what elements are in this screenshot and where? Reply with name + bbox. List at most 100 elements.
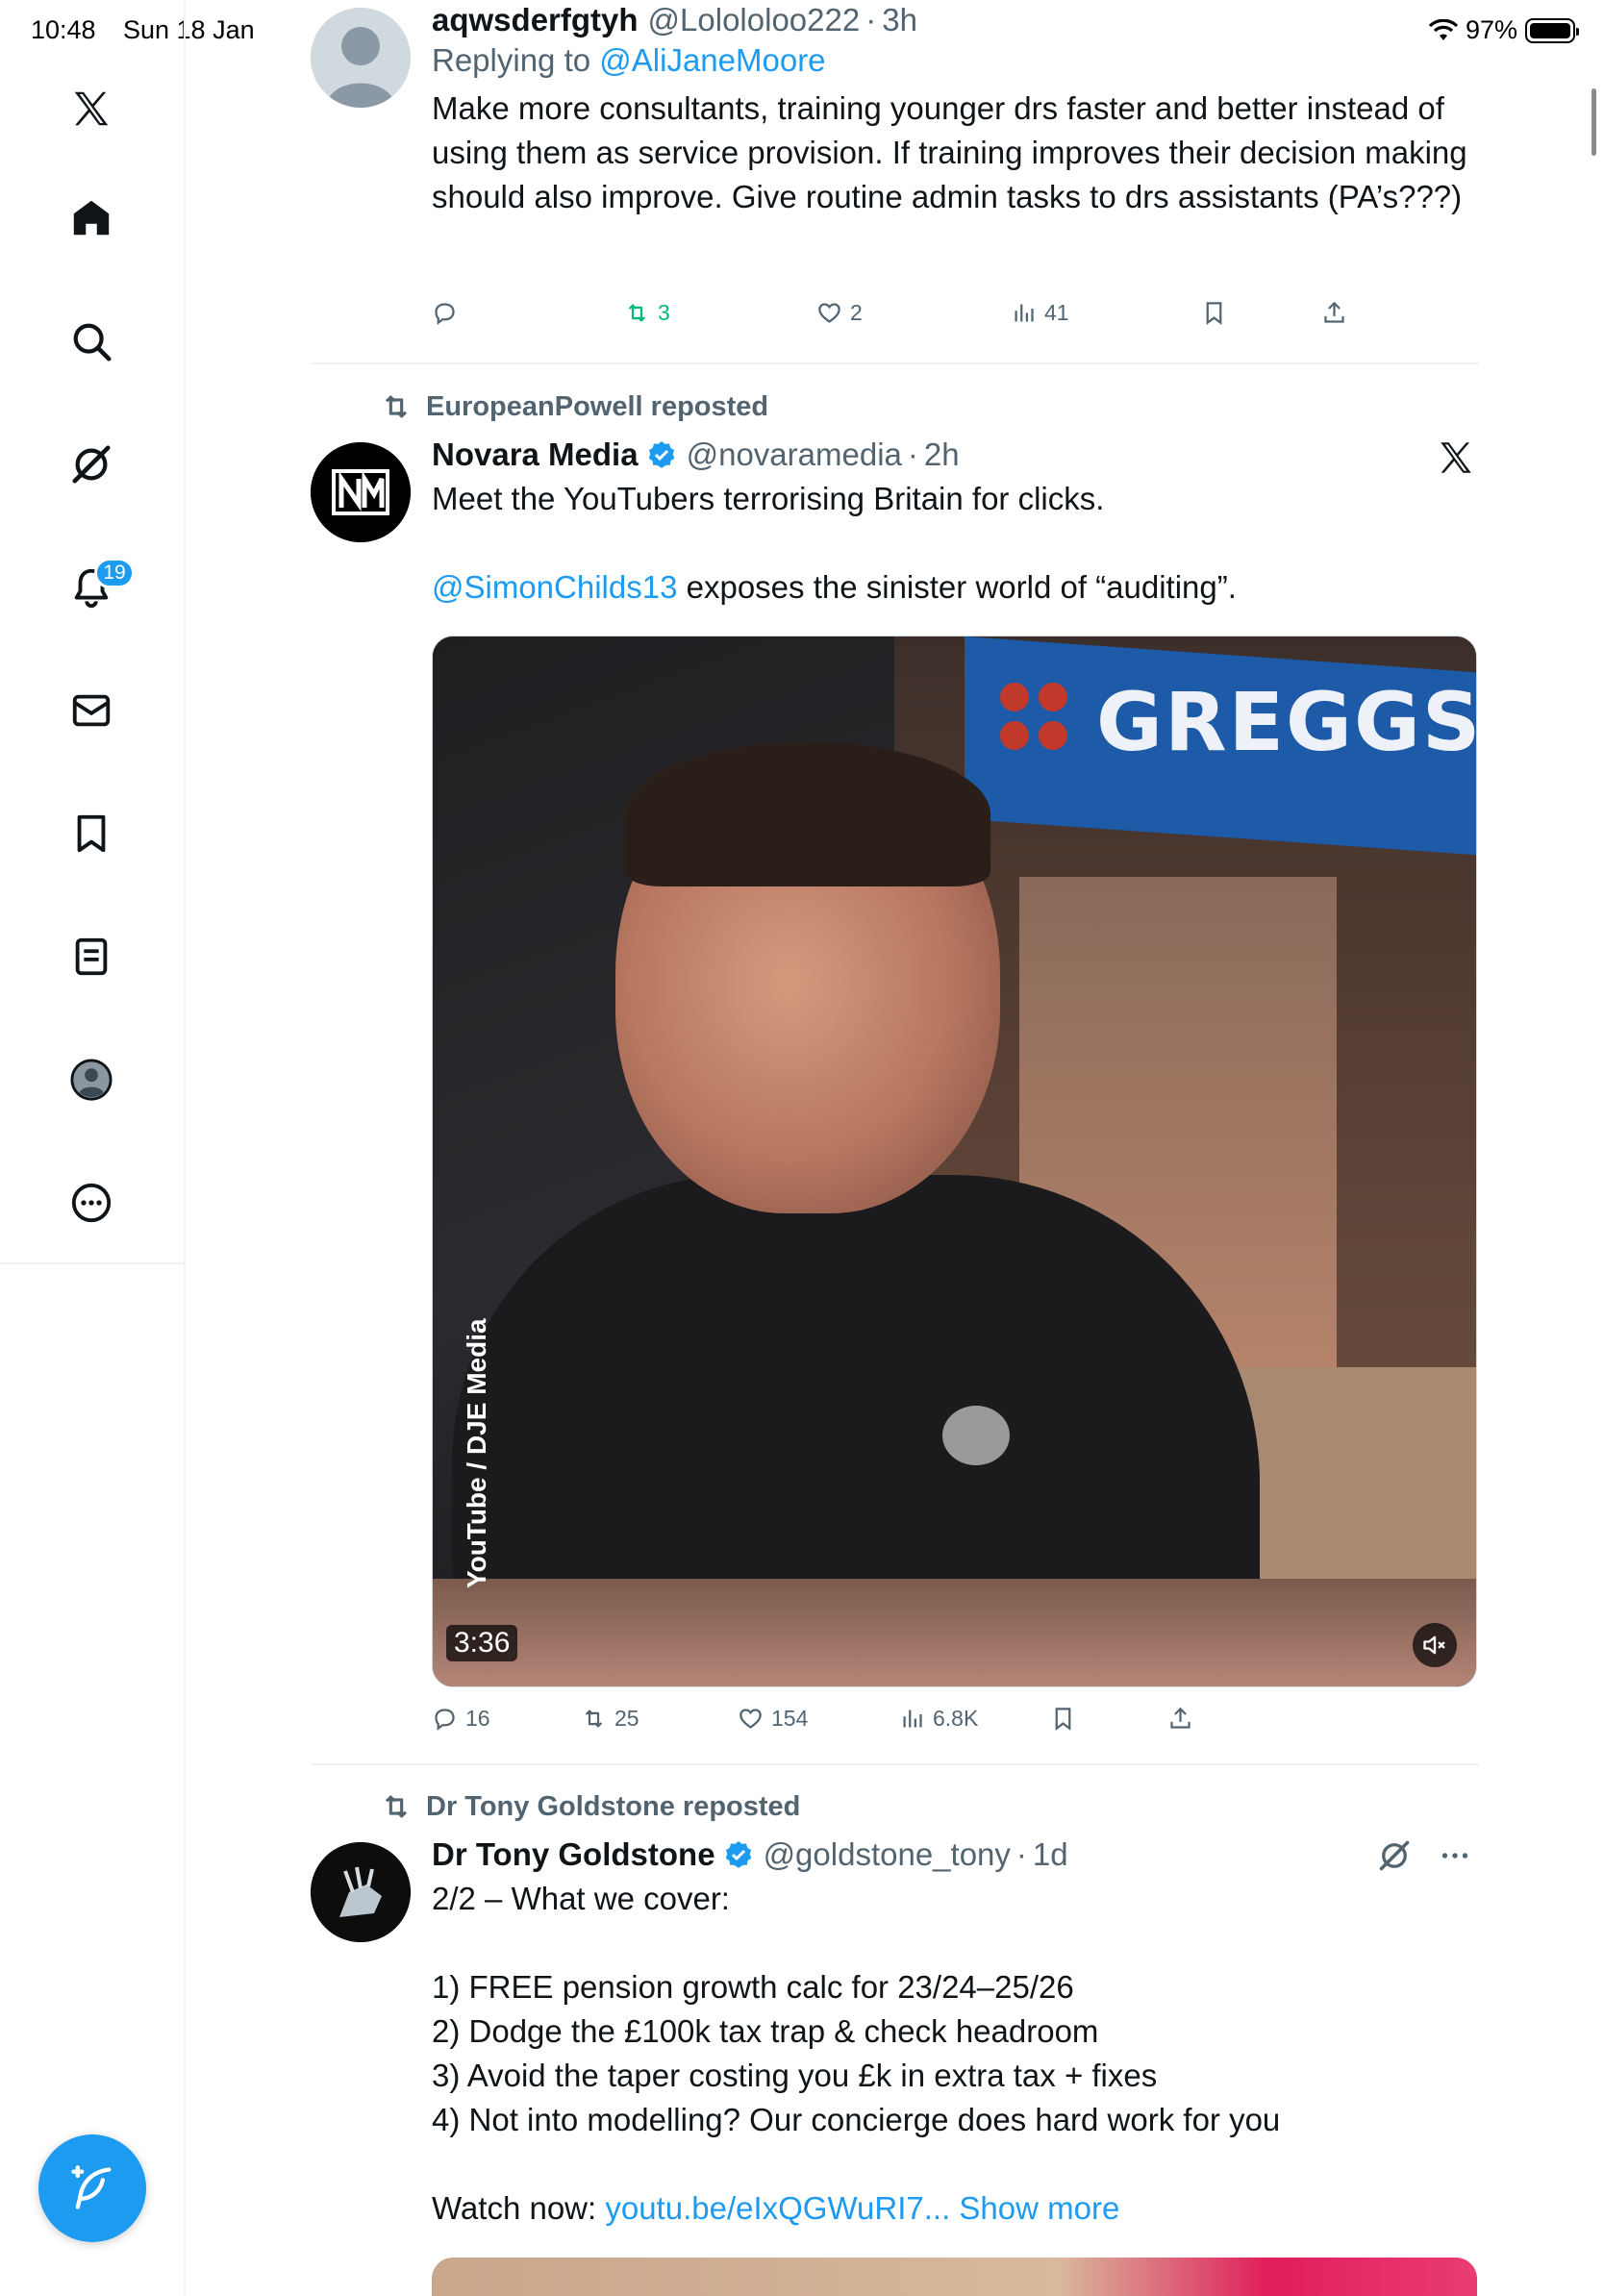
- mention-link[interactable]: @SimonChilds13: [432, 569, 677, 605]
- tweet-line-link: Watch now: youtu.be/eIxQGWuRI7... Show m…: [432, 2186, 1480, 2231]
- tweet-text-rest: exposes the sinister world of “auditing”…: [677, 569, 1237, 605]
- avatar[interactable]: [311, 8, 411, 108]
- reposted-by: Dr Tony Goldstone reposted: [426, 1790, 801, 1822]
- reply-button[interactable]: 16: [432, 1706, 490, 1732]
- shop-logo: [1000, 683, 1067, 750]
- tweet-body: Novara Media @novaramedia · 2h Meet the …: [432, 435, 1480, 610]
- like-count: 154: [771, 1706, 809, 1731]
- video-link[interactable]: youtu.be/eIxQGWuRI7...: [605, 2190, 950, 2226]
- verified-badge-icon: [648, 441, 674, 468]
- author-handle[interactable]: @Lolololoo222: [648, 2, 861, 38]
- tweet-text-line1: Meet the YouTubers terrorising Britain f…: [432, 481, 1105, 516]
- watch-label: Watch now:: [432, 2190, 606, 2226]
- avatar[interactable]: [311, 1842, 411, 1942]
- repost-icon: [585, 1710, 603, 1728]
- muted-speaker-icon: [1423, 1635, 1445, 1655]
- repost-icon: [628, 304, 646, 322]
- mute-button[interactable]: [1413, 1623, 1457, 1667]
- home-icon[interactable]: [65, 192, 117, 244]
- sidebar-divider: [0, 1262, 186, 1264]
- separator: ·: [1015, 1836, 1027, 1872]
- repost-context[interactable]: Dr Tony Goldstone reposted: [380, 1790, 800, 1823]
- views-button[interactable]: 41: [1011, 300, 1069, 326]
- reply-prefix: Replying to: [432, 42, 600, 78]
- heart-icon: [818, 303, 840, 323]
- like-button[interactable]: 154: [738, 1706, 808, 1732]
- reply-button[interactable]: [432, 300, 465, 326]
- share-icon: [1170, 1707, 1190, 1729]
- video-frame-microphone: [942, 1406, 1010, 1465]
- scrollbar[interactable]: [1591, 88, 1596, 156]
- share-button[interactable]: [1321, 300, 1347, 326]
- video-frame-bottom: [433, 1579, 1476, 1686]
- tweet-media-preview[interactable]: [432, 2258, 1477, 2296]
- tweet-line: 2/2 – What we cover:: [432, 1881, 730, 1916]
- like-count: 2: [850, 300, 863, 325]
- x-logo-icon[interactable]: [1436, 437, 1476, 478]
- tweet-text: Make more consultants, training younger …: [432, 90, 1467, 214]
- views-button[interactable]: 6.8K: [899, 1706, 978, 1732]
- author-name[interactable]: Dr Tony Goldstone: [432, 1836, 715, 1873]
- bookmarks-icon[interactable]: [65, 808, 117, 860]
- bookmark-button[interactable]: [1050, 1706, 1076, 1732]
- tweet-divider: [311, 362, 1479, 364]
- repost-count: 25: [614, 1706, 639, 1731]
- author-handle[interactable]: @novaramedia: [687, 437, 902, 473]
- reposted-by: EuropeanPowell reposted: [426, 390, 769, 422]
- messages-icon[interactable]: [65, 685, 117, 736]
- search-icon[interactable]: [65, 315, 117, 367]
- avatar[interactable]: [311, 442, 411, 542]
- author-name[interactable]: Novara Media: [432, 437, 639, 473]
- video-player[interactable]: GREGGS YouTube / DJE Media 3:36: [432, 636, 1477, 1687]
- repost-context[interactable]: EuropeanPowell reposted: [380, 390, 768, 423]
- tweet-time[interactable]: 2h: [924, 437, 960, 473]
- reply-mention-link[interactable]: @AliJaneMoore: [599, 42, 825, 78]
- grok-icon[interactable]: [1377, 1838, 1412, 1873]
- views-icon: [903, 1710, 922, 1728]
- repost-icon: [385, 1795, 408, 1818]
- verified-badge-icon: [725, 1841, 751, 1868]
- bookmark-button[interactable]: [1201, 300, 1227, 326]
- video-duration: 3:36: [446, 1625, 518, 1661]
- tweet-line: 1) FREE pension growth calc for 23/24–25…: [432, 1969, 1074, 2005]
- video-credit: YouTube / DJE Media: [462, 1318, 491, 1588]
- separator: ·: [907, 437, 918, 472]
- author-handle[interactable]: @goldstone_tony: [764, 1836, 1011, 1873]
- lists-icon[interactable]: [65, 931, 117, 983]
- repost-button[interactable]: 25: [581, 1706, 639, 1732]
- like-button[interactable]: 2: [816, 300, 863, 326]
- compose-button[interactable]: [38, 2134, 146, 2242]
- tweet-body: Dr Tony Goldstone @goldstone_tony · 1d 2…: [432, 1834, 1480, 2231]
- repost-icon: [385, 395, 408, 418]
- reply-context: Replying to @AliJaneMoore: [432, 42, 1480, 79]
- video-frame-person-hair: [625, 742, 990, 886]
- tweet-line: 3) Avoid the taper costing you £k in ext…: [432, 2058, 1158, 2093]
- tweet-time[interactable]: 1d: [1033, 1836, 1068, 1873]
- sidebar-nav: 19: [0, 0, 186, 2296]
- show-more-link[interactable]: Show more: [950, 2190, 1119, 2226]
- grok-icon[interactable]: [65, 438, 117, 490]
- reply-icon: [435, 303, 455, 325]
- x-logo-icon[interactable]: [65, 83, 117, 135]
- tweet-body: aqwsderfgtyh @Lolololoo222 · 3h Replying…: [432, 2, 1480, 219]
- share-icon: [1324, 301, 1344, 323]
- reply-count: 16: [465, 1706, 490, 1731]
- author-name[interactable]: aqwsderfgtyh: [432, 2, 639, 38]
- shop-sign-text: GREGGS: [1096, 675, 1477, 769]
- separator: ·: [865, 2, 877, 37]
- bookmark-icon: [1055, 1708, 1071, 1731]
- repost-button[interactable]: 3: [624, 300, 670, 326]
- share-button[interactable]: [1167, 1706, 1193, 1732]
- timeline-feed: aqwsderfgtyh @Lolololoo222 · 3h Replying…: [188, 0, 1604, 2296]
- tweet-text-line2: @SimonChilds13 exposes the sinister worl…: [432, 565, 1480, 610]
- more-options-icon[interactable]: [1438, 1838, 1472, 1873]
- tweet-line: 4) Not into modelling? Our concierge doe…: [432, 2102, 1281, 2137]
- profile-avatar-icon[interactable]: [65, 1054, 117, 1106]
- repost-count: 3: [658, 300, 670, 325]
- more-icon[interactable]: [65, 1177, 117, 1229]
- views-count: 41: [1044, 300, 1069, 325]
- tweet-time[interactable]: 3h: [882, 2, 917, 38]
- heart-icon: [739, 1709, 762, 1729]
